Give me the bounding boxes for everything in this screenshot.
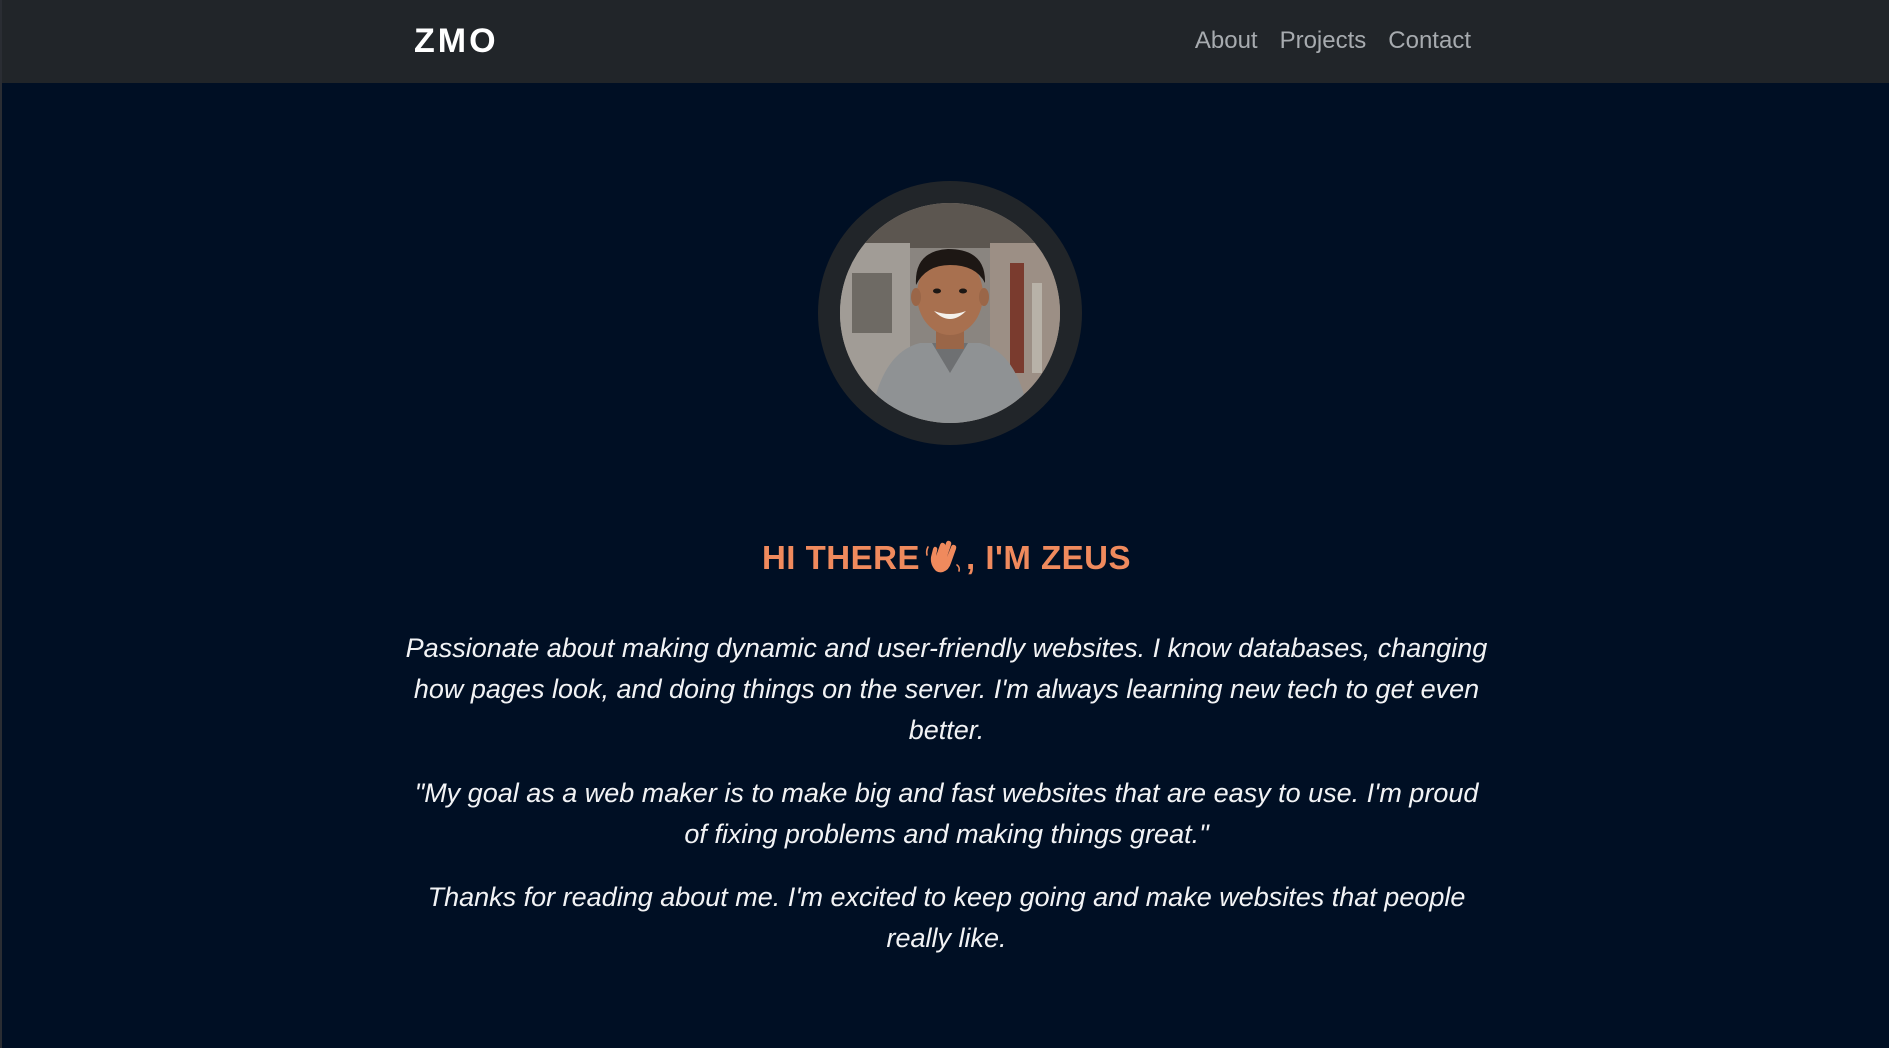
greeting-text: HI THERE bbox=[761, 539, 920, 576]
waving-hand-icon bbox=[924, 537, 964, 594]
profile-photo bbox=[840, 203, 1060, 423]
greeting-heading: HI THERE , I'M ZEUS bbox=[402, 530, 1491, 594]
greeting-name: , I'M ZEUS bbox=[965, 539, 1132, 576]
nav-link-contact[interactable]: Contact bbox=[1388, 26, 1471, 56]
nav-link-about[interactable]: About bbox=[1195, 26, 1258, 56]
navbar: ZMO About Projects Contact bbox=[2, 0, 1889, 83]
nav-links: About Projects Contact bbox=[1195, 26, 1471, 56]
intro-paragraph: Passionate about making dynamic and user… bbox=[405, 633, 1488, 745]
closing-paragraph: Thanks for reading about me. I'm excited… bbox=[427, 882, 1466, 953]
page: ZMO About Projects Contact HI THERE , I'… bbox=[0, 0, 1889, 1048]
avatar-ring bbox=[818, 181, 1082, 445]
goal-quote: "My goal as a web maker is to make big a… bbox=[414, 778, 1479, 849]
brand-logo[interactable]: ZMO bbox=[414, 22, 499, 61]
nav-link-projects[interactable]: Projects bbox=[1280, 26, 1367, 56]
hero-section: HI THERE , I'M ZEUS Passionate about mak… bbox=[402, 530, 1491, 981]
